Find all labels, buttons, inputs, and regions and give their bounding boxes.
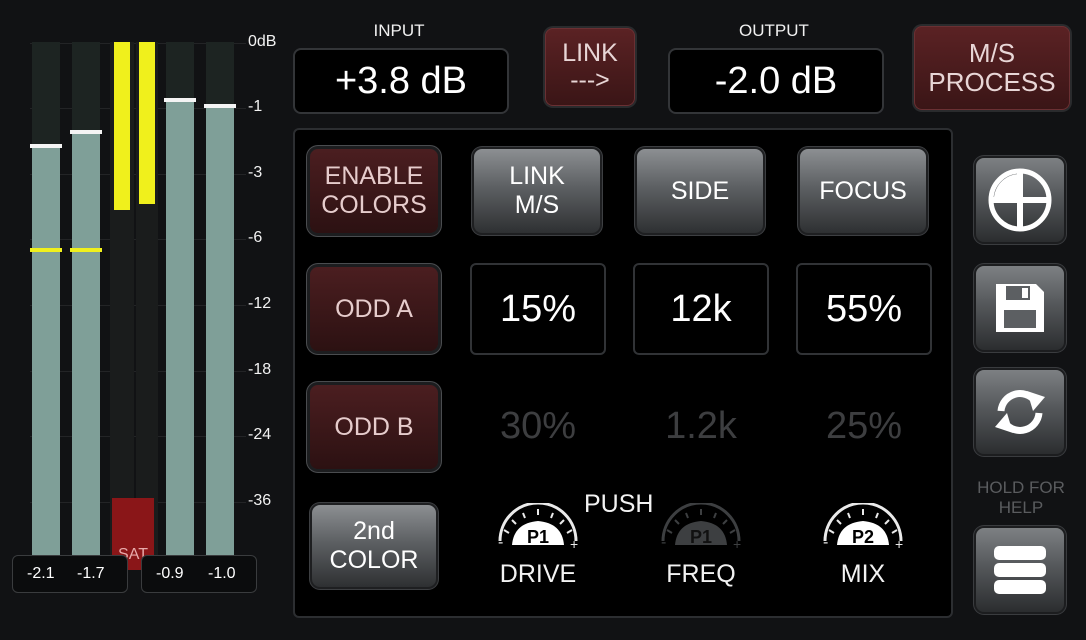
svg-text:-: - (823, 534, 828, 551)
odd-a-button[interactable]: ODD A (310, 267, 438, 351)
input-right-readout: -1.7 (77, 565, 105, 582)
link-io-button[interactable]: LINK ---> (545, 28, 635, 106)
output-left-readout: -0.9 (156, 565, 184, 582)
second-color-button[interactable]: 2nd COLOR (312, 505, 436, 587)
link-ms-line1: LINK (509, 162, 565, 191)
input-right-level (72, 132, 100, 570)
freq-knob[interactable]: P1 - + (653, 501, 749, 553)
meter-scale-label: 0dB (248, 33, 277, 50)
drive-knob[interactable]: P1 - + (490, 501, 586, 553)
input-right-peak (70, 130, 102, 134)
output-gain-field[interactable]: -2.0 dB (668, 48, 884, 114)
output-readout-box: -0.9 -1.0 (141, 555, 257, 593)
enable-colors-button[interactable]: ENABLE COLORS (310, 149, 438, 233)
freq-knob-tag: P1 (690, 527, 712, 547)
odd-b-label: ODD B (334, 412, 414, 441)
link-ms-line2: M/S (514, 191, 560, 219)
input-left-meter (30, 42, 62, 570)
ms-process-line2: PROCESS (928, 67, 1056, 97)
gain-reduction-meter (110, 42, 134, 570)
quadrant-icon (988, 168, 1052, 232)
link-io-arrow: ---> (570, 66, 610, 94)
menu-icon (994, 546, 1046, 594)
meter-scale-label: -18 (248, 361, 272, 378)
drive-knob-label: DRIVE (499, 560, 577, 588)
svg-text:-: - (661, 534, 666, 551)
freq-b-value[interactable]: 1.2k (633, 405, 769, 448)
ms-process-line1: M/S (968, 38, 1016, 69)
gain-reduction-bar (114, 42, 130, 210)
output-left-meter (164, 42, 196, 570)
hold-for-help-text: HOLD FOR HELP (966, 478, 1076, 519)
meter-scale-label: -1 (248, 98, 263, 115)
second-color-line1: 2nd (353, 517, 395, 546)
meter-scale-label: -24 (248, 426, 272, 443)
floppy-disk-icon (996, 284, 1044, 332)
output-right-level (206, 106, 234, 570)
side-label: SIDE (670, 176, 730, 205)
link-io-label: LINK (562, 38, 618, 67)
input-peak-marker (70, 248, 102, 252)
input-readout-box: -2.1 -1.7 (12, 555, 128, 593)
input-left-readout: -2.1 (27, 565, 55, 582)
gain-reduction-meter (136, 42, 158, 570)
ms-process-button[interactable]: M/S PROCESS (914, 26, 1070, 110)
mix-knob-icon: P2 - + (823, 501, 903, 552)
help-line1: HOLD FOR (977, 478, 1065, 497)
freq-a-value[interactable]: 12k (633, 263, 769, 355)
side-button[interactable]: SIDE (637, 149, 763, 233)
push-label: PUSH (584, 490, 654, 518)
odd-a-label: ODD A (335, 294, 413, 323)
output-right-readout: -1.0 (208, 565, 236, 582)
input-gain-field[interactable]: +3.8 dB (293, 48, 509, 114)
drive-knob-tag: P1 (527, 527, 549, 547)
drive-knob-icon: P1 - + (498, 501, 578, 552)
svg-text:+: + (733, 536, 741, 552)
mix-knob[interactable]: P2 - + (815, 501, 911, 553)
input-label: INPUT (373, 21, 425, 40)
output-left-peak (164, 98, 196, 102)
svg-text:-: - (498, 534, 503, 551)
refresh-icon (995, 390, 1045, 434)
drive-a-value[interactable]: 15% (470, 263, 606, 355)
enable-colors-line1: ENABLE (324, 162, 424, 191)
help-line2: HELP (998, 498, 1044, 518)
odd-b-button[interactable]: ODD B (310, 385, 438, 469)
input-left-peak (30, 144, 62, 148)
input-left-level (32, 146, 60, 570)
drive-b-value[interactable]: 30% (470, 405, 606, 448)
output-right-meter (204, 42, 236, 570)
meter-scale-label: -3 (248, 164, 263, 181)
mix-a-value[interactable]: 55% (796, 263, 932, 355)
meter-scale-label: -36 (248, 492, 272, 509)
meter-scale-label: -6 (248, 229, 263, 246)
output-right-peak (204, 104, 236, 108)
enable-colors-line2: COLORS (321, 191, 427, 219)
meter-scale-label: -12 (248, 295, 272, 312)
mix-b-value[interactable]: 25% (796, 405, 932, 448)
reset-button[interactable] (976, 370, 1064, 454)
output-label: OUTPUT (739, 21, 809, 40)
gain-reduction-bar (139, 42, 155, 204)
menu-button[interactable] (976, 528, 1064, 612)
input-peak-marker (30, 248, 62, 252)
freq-knob-label: FREQ (666, 560, 736, 588)
second-color-line2: COLOR (329, 546, 419, 574)
focus-label: FOCUS (819, 176, 907, 205)
save-button[interactable] (976, 266, 1064, 350)
output-left-level (166, 100, 194, 570)
presets-button[interactable] (976, 158, 1064, 242)
focus-button[interactable]: FOCUS (800, 149, 926, 233)
input-right-meter (70, 42, 102, 570)
mix-knob-tag: P2 (852, 527, 874, 547)
svg-text:+: + (570, 536, 578, 552)
link-ms-button[interactable]: LINK M/S (474, 149, 600, 233)
level-meters: SAT 0dB -1 -3 -6 -12 -18 -24 -36 (12, 22, 282, 618)
svg-text:+: + (895, 536, 903, 552)
freq-knob-icon: P1 - + (661, 501, 741, 552)
mix-knob-label: MIX (840, 560, 886, 588)
